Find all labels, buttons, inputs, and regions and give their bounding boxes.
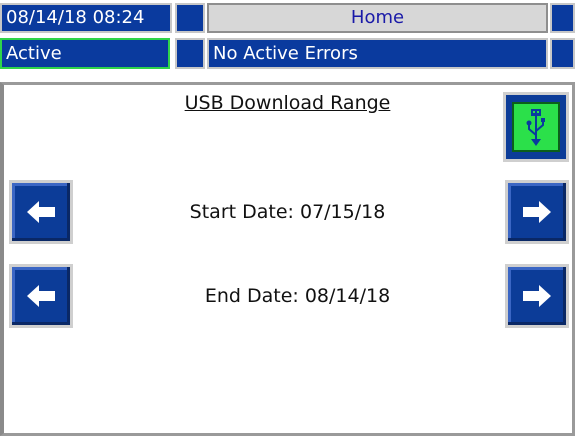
error-text: No Active Errors [213,42,358,64]
header-indicator-3 [175,38,205,69]
header-indicator-4 [550,38,575,69]
screen-title-text: Home [350,7,405,28]
arrow-right-icon [523,285,551,307]
datetime-text: 08/14/18 08:24 [6,7,145,28]
usb-icon [512,102,560,152]
end-date-label: End Date: 08/14/18 [204,285,391,307]
end-date-increase-button[interactable] [505,264,569,328]
screen: 08/14/18 08:24 Home Active No Active Err… [0,0,575,436]
header-indicator-2 [550,3,575,33]
status-badge: Active [0,38,170,69]
start-date-label: Start Date: 07/15/18 [189,201,386,223]
main-panel [0,82,575,436]
arrow-right-icon [523,201,551,223]
header-indicator-1 [175,3,205,33]
start-date-increase-button[interactable] [505,180,569,244]
page-title: USB Download Range [184,92,391,114]
status-text: Active [6,42,62,64]
datetime-display: 08/14/18 08:24 [0,3,172,33]
error-bar[interactable]: No Active Errors [207,38,548,69]
screen-title[interactable]: Home [207,3,548,33]
usb-download-button[interactable] [503,92,569,162]
